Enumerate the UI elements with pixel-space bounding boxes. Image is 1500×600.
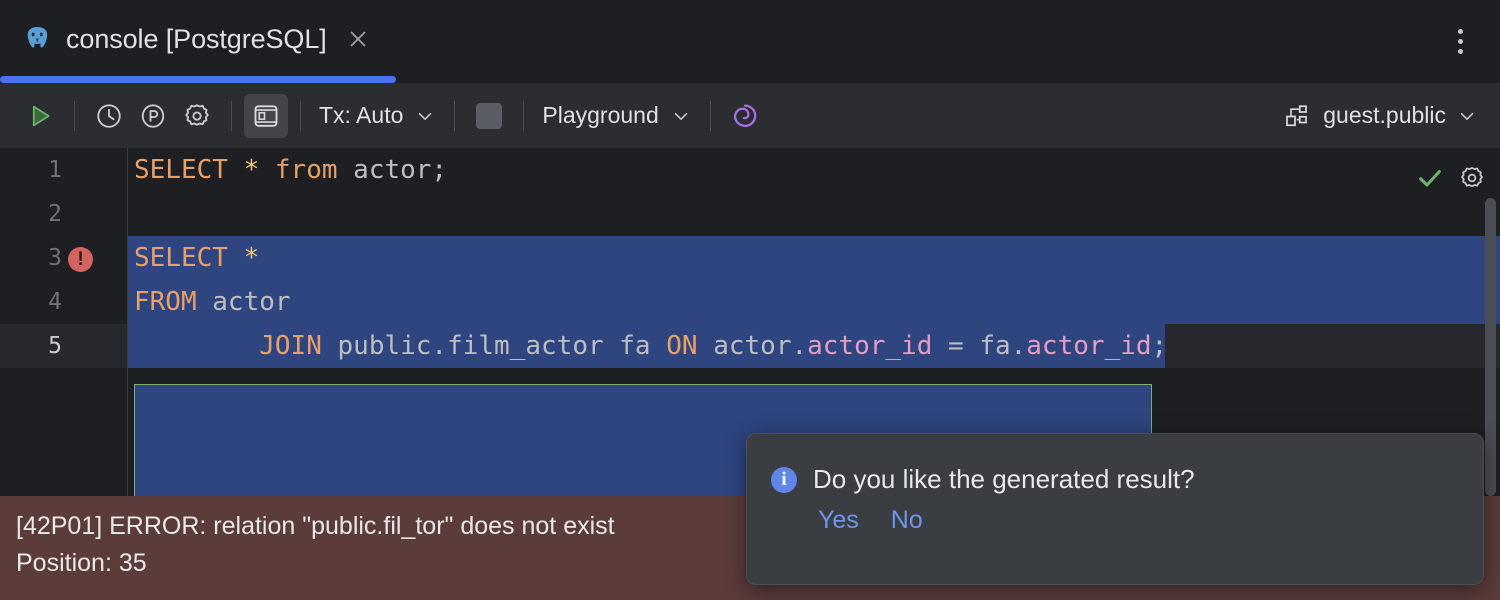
token-plain: [228, 243, 244, 273]
token-column: actor_id: [807, 331, 932, 361]
stop-square-icon: [476, 103, 502, 129]
database-console-window: console [PostgreSQL]: [0, 0, 1500, 600]
gutter-line[interactable]: 4: [0, 280, 127, 324]
ai-assistant-spiral-icon: [729, 100, 761, 132]
parameters-p-circle-icon: [138, 101, 168, 131]
feedback-no-link[interactable]: No: [891, 506, 923, 535]
toolbar-right-group: guest.public: [1283, 101, 1500, 131]
feedback-popup-header: i Do you like the generated result?: [771, 464, 1195, 495]
checkmark-green-icon: [1415, 163, 1445, 193]
token-keyword: ON: [666, 331, 697, 361]
schema-nodes-icon: [1283, 101, 1313, 131]
history-button[interactable]: [87, 94, 131, 138]
toolbar-divider: [710, 101, 711, 131]
tab-title: console [PostgreSQL]: [66, 24, 327, 55]
schema-label: guest.public: [1323, 102, 1446, 129]
code-row[interactable]: [128, 192, 1500, 236]
code-line-3: SELECT *: [134, 236, 259, 280]
token-plain: actor: [197, 287, 291, 317]
token-star: *: [244, 155, 260, 185]
line-number: 2: [0, 192, 62, 236]
toolbar-divider: [454, 101, 455, 131]
line-number: 1: [0, 148, 62, 192]
editor-gutter: 1 2 3 ! 4 5: [0, 148, 128, 496]
token-plain: [259, 155, 275, 185]
token-keyword: FROM: [134, 287, 197, 317]
toolbar-divider: [300, 101, 301, 131]
run-button[interactable]: [18, 94, 62, 138]
token-keyword: SELECT: [134, 243, 228, 273]
selection-highlight: [128, 280, 1500, 324]
gear-icon: [1458, 164, 1486, 192]
line-number: 4: [0, 280, 62, 324]
feedback-popup-actions: Yes No: [818, 506, 923, 535]
tab-bar: console [PostgreSQL]: [0, 0, 1500, 82]
code-line-5: JOIN public.film_actor fa ON actor.actor…: [134, 324, 1167, 368]
token-star: *: [244, 243, 260, 273]
code-row-selected[interactable]: SELECT *: [128, 236, 1500, 280]
line-number: 3: [0, 236, 62, 280]
gutter-line-current[interactable]: 5: [0, 324, 127, 368]
info-circle-icon: i: [771, 467, 797, 493]
clock-history-icon: [94, 101, 124, 131]
vertical-scrollbar[interactable]: [1485, 198, 1496, 496]
code-row-selected[interactable]: FROM actor: [128, 280, 1500, 324]
token-plain: actor;: [338, 155, 448, 185]
ai-assistant-button[interactable]: [723, 94, 767, 138]
parameters-button[interactable]: [131, 94, 175, 138]
gutter-line[interactable]: 2: [0, 192, 127, 236]
gutter-line[interactable]: 3 !: [0, 236, 127, 280]
output-layout-button[interactable]: [244, 94, 288, 138]
code-line-1: SELECT * from actor;: [134, 148, 447, 192]
console-settings-button[interactable]: [175, 94, 219, 138]
token-plain: [228, 155, 244, 185]
token-plain: ;: [1152, 331, 1168, 361]
code-row[interactable]: SELECT * from actor;: [128, 148, 1500, 192]
inspections-ok-button[interactable]: [1412, 160, 1448, 196]
tab-active-indicator: [0, 76, 396, 83]
token-keyword: JOIN: [259, 331, 322, 361]
stop-button[interactable]: [467, 94, 511, 138]
gutter-line[interactable]: 1: [0, 148, 127, 192]
toolbar-divider: [523, 101, 524, 131]
code-row-current[interactable]: JOIN public.film_actor fa ON actor.actor…: [128, 324, 1500, 368]
transaction-mode-dropdown[interactable]: Tx: Auto: [313, 94, 442, 138]
more-options-vertical-icon[interactable]: [1442, 22, 1478, 60]
error-exclamation-icon[interactable]: !: [68, 247, 93, 272]
inspections-settings-button[interactable]: [1454, 160, 1490, 196]
token-plain: = fa.: [932, 331, 1026, 361]
line-number: 5: [0, 324, 62, 368]
session-dropdown[interactable]: Playground: [536, 94, 697, 138]
feedback-popup-message: Do you like the generated result?: [813, 464, 1195, 495]
schema-selector[interactable]: guest.public: [1283, 101, 1478, 131]
feedback-yes-link[interactable]: Yes: [818, 506, 859, 535]
toolbar-divider: [74, 101, 75, 131]
code-line-4: FROM actor: [134, 280, 291, 324]
play-triangle-icon: [25, 101, 55, 131]
token-plain: public.film_actor fa: [322, 331, 666, 361]
chevron-down-icon: [1456, 105, 1478, 127]
close-icon[interactable]: [345, 26, 371, 52]
selection-highlight: [128, 236, 1500, 280]
token-column: actor_id: [1026, 331, 1151, 361]
postgresql-elephant-icon: [22, 24, 52, 54]
transaction-mode-label: Tx: Auto: [319, 102, 403, 129]
token-keyword: SELECT: [134, 155, 228, 185]
token-indent: [134, 331, 259, 361]
tab-console-postgresql[interactable]: console [PostgreSQL]: [0, 0, 396, 78]
token-plain: actor.: [698, 331, 808, 361]
session-label: Playground: [542, 102, 658, 129]
token-keyword: from: [275, 155, 338, 185]
chevron-down-icon: [414, 105, 436, 127]
chevron-down-icon: [670, 105, 692, 127]
gear-icon: [182, 101, 212, 131]
console-toolbar: Tx: Auto Playground: [0, 83, 1500, 148]
toolbar-divider: [231, 101, 232, 131]
output-pane-layout-icon: [251, 101, 281, 131]
